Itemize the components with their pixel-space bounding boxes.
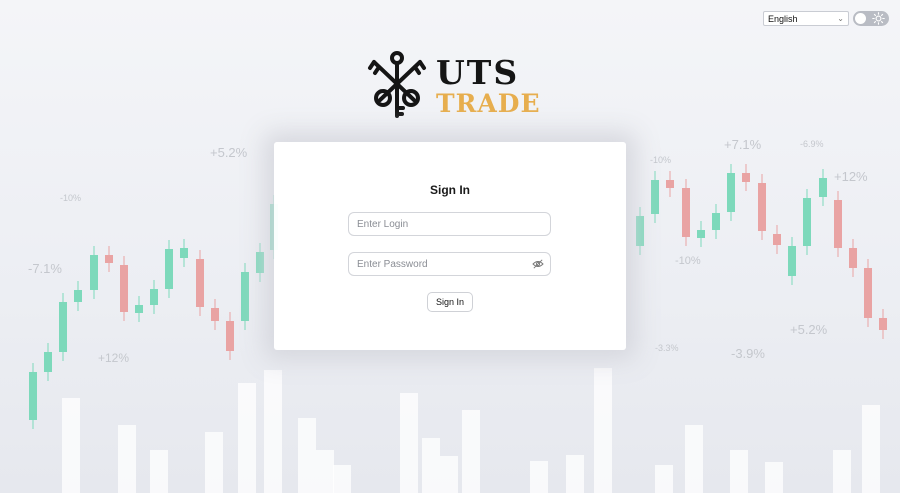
candle-down: [879, 309, 887, 339]
background-percent-label: -6.9%: [800, 139, 824, 149]
background-percent-label: -3.3%: [655, 343, 679, 353]
background-percent-label: +7.1%: [724, 137, 762, 152]
candle-up: [165, 240, 173, 298]
background-bar: [594, 368, 612, 493]
candle-up: [256, 243, 264, 282]
brand-logo: UTS TRADE: [366, 50, 541, 122]
background-bar: [422, 438, 440, 493]
background-bar: [862, 405, 880, 493]
background-percent-label: -10%: [60, 193, 81, 203]
candle-up: [74, 281, 82, 311]
password-input[interactable]: [348, 252, 551, 276]
candle-up: [90, 246, 98, 299]
candle-down: [682, 179, 690, 246]
background-bar: [655, 465, 673, 493]
candle-down: [849, 239, 857, 277]
candle-up: [150, 280, 158, 314]
background-bar: [730, 450, 748, 493]
candle-down: [758, 174, 766, 240]
candle-up: [651, 171, 659, 223]
toggle-knob: [855, 13, 866, 24]
background-bar: [462, 410, 480, 493]
background-percent-label: +5.2%: [790, 322, 828, 337]
background-percent-label: +12%: [98, 351, 129, 365]
background-bar: [62, 398, 80, 493]
background-bar: [400, 393, 418, 493]
logo-subtitle: TRADE: [436, 89, 541, 118]
language-select[interactable]: English ⌄: [763, 11, 849, 26]
candle-down: [666, 171, 674, 197]
candle-up: [636, 207, 644, 255]
chevron-down-icon: ⌄: [837, 14, 844, 23]
candle-up: [803, 189, 811, 255]
background-bar: [150, 450, 168, 493]
background-bar: [333, 465, 351, 493]
background-percent-label: +12%: [834, 169, 868, 184]
background-bar: [530, 461, 548, 493]
background-bar: [566, 455, 584, 493]
theme-toggle[interactable]: [853, 11, 889, 26]
candle-up: [59, 293, 67, 361]
background-bar: [298, 418, 316, 493]
candle-up: [241, 263, 249, 330]
logo-title: UTS: [436, 53, 520, 92]
language-select-value: English: [768, 13, 798, 24]
background-percent-label: -10%: [675, 255, 701, 267]
sun-icon: [872, 12, 885, 25]
background-bar: [685, 425, 703, 493]
candle-up: [180, 239, 188, 267]
candle-down: [864, 259, 872, 327]
crossed-keys-icon: [368, 51, 426, 118]
sign-in-button[interactable]: Sign In: [427, 292, 473, 312]
background-percent-label: -3.9%: [731, 346, 765, 361]
candle-up: [44, 343, 52, 381]
background-bar: [118, 425, 136, 493]
background-bar: [833, 450, 851, 493]
candle-up: [697, 221, 705, 247]
candle-down: [226, 312, 234, 360]
candle-down: [120, 256, 128, 321]
background-bar: [765, 462, 783, 493]
background-percent-label: -10%: [650, 155, 671, 165]
candle-down: [105, 246, 113, 272]
candle-down: [196, 250, 204, 316]
candle-down: [211, 299, 219, 330]
candle-down: [834, 191, 842, 257]
login-card: Sign In Sign In: [274, 142, 626, 350]
candle-up: [712, 204, 720, 239]
candle-down: [742, 164, 750, 191]
candle-up: [819, 169, 827, 206]
candle-up: [788, 237, 796, 285]
background-bar: [238, 383, 256, 493]
background-bar: [316, 450, 334, 493]
login-input[interactable]: [348, 212, 551, 236]
candle-up: [727, 164, 735, 221]
card-title: Sign In: [430, 183, 470, 197]
eye-slash-icon[interactable]: [532, 259, 544, 269]
candle-down: [773, 225, 781, 254]
background-bar: [264, 370, 282, 493]
candle-up: [135, 296, 143, 322]
background-bar: [205, 432, 223, 493]
background-percent-label: +5.2%: [210, 145, 248, 160]
background-bar: [440, 456, 458, 493]
background-percent-label: -7.1%: [28, 261, 62, 276]
candle-up: [29, 363, 37, 429]
